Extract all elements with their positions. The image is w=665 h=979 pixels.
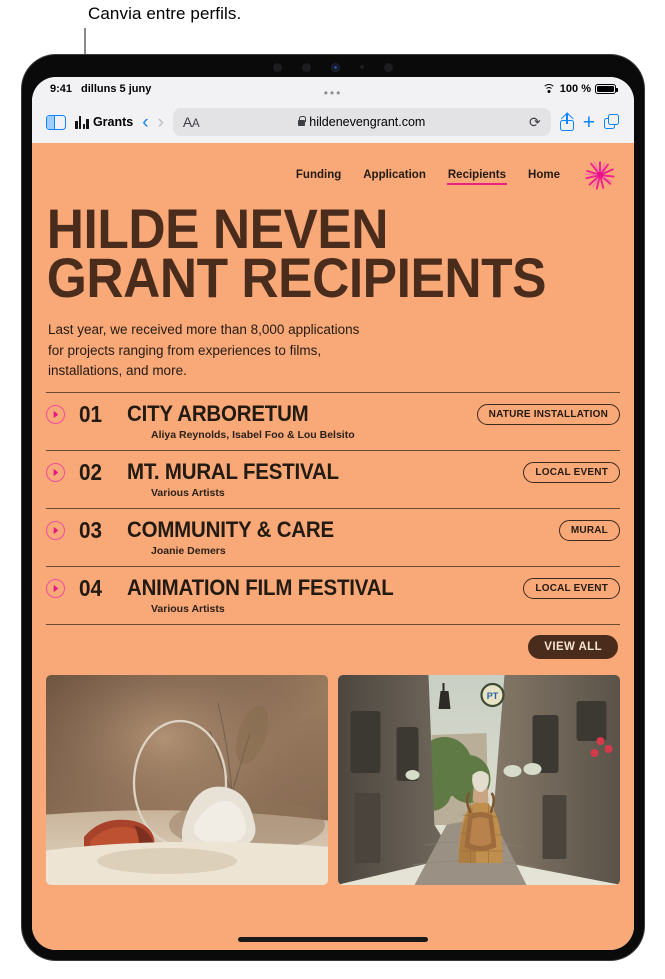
page-settings-button[interactable]: AA <box>183 114 200 130</box>
recipient-title: MT. MURAL FESTIVAL <box>127 458 339 484</box>
view-all-container: VIEW ALL <box>32 625 634 659</box>
front-camera-icon <box>331 62 340 72</box>
battery-icon <box>595 84 618 94</box>
arrow-right-icon[interactable] <box>46 578 65 598</box>
new-tab-button[interactable]: + <box>583 112 595 133</box>
recipient-category-badge: MURAL <box>558 519 620 541</box>
bar-chart-icon <box>75 115 89 129</box>
sidebar-toggle-button[interactable] <box>46 114 66 130</box>
starburst-flower-logo-icon[interactable] <box>584 159 616 191</box>
recipient-artists: Joanie Demers <box>151 544 226 557</box>
callout-annotation-text: Canvia entre perfils. <box>88 4 242 23</box>
recipient-category-badge: LOCAL EVENT <box>523 461 620 483</box>
forward-button[interactable]: › <box>158 113 164 132</box>
profile-name-label: Grants <box>92 115 134 129</box>
sensor-dot <box>384 62 393 72</box>
nav-link-recipients[interactable]: Recipients <box>446 169 508 185</box>
share-button[interactable] <box>559 113 574 131</box>
nav-link-application[interactable]: Application <box>363 169 426 181</box>
photo-village-alley[interactable]: PT <box>338 674 620 885</box>
back-button[interactable]: ‹ <box>142 113 148 132</box>
photo-sculpture-installation[interactable] <box>46 674 328 885</box>
recipient-category-badge: LOCAL EVENT <box>523 577 620 599</box>
nav-link-home[interactable]: Home <box>528 169 560 181</box>
tabs-overview-icon <box>604 114 620 130</box>
wifi-icon <box>542 84 556 94</box>
svg-text:PT: PT <box>487 691 499 701</box>
recipient-number: 01 <box>79 400 103 427</box>
arrow-right-icon[interactable] <box>46 462 65 482</box>
recipient-number: 02 <box>79 458 103 485</box>
lock-icon <box>298 116 307 126</box>
recipients-list: 01 CITY ARBORETUM Aliya Reynolds, Isabel… <box>32 382 634 625</box>
recipient-category-badge: NATURE INSTALLATION <box>476 403 620 425</box>
page-title: HILDE NEVEN GRANT RECIPIENTS <box>32 195 586 306</box>
tabs-overview-button[interactable] <box>604 114 620 130</box>
view-all-button[interactable]: VIEW ALL <box>528 634 618 659</box>
status-bar-date: dilluns 5 juny <box>81 83 152 95</box>
recipient-number: 03 <box>79 516 103 543</box>
share-icon <box>559 113 574 131</box>
recipient-artists: Various Artists <box>151 602 225 615</box>
webpage-content: Funding Application Recipients Home HILD… <box>32 143 634 950</box>
url-text: hildenevengrant.com <box>309 115 426 129</box>
recipient-row[interactable]: 04 ANIMATION FILM FESTIVAL Various Artis… <box>46 565 620 624</box>
sensor-dot <box>273 62 282 72</box>
safari-toolbar: ••• Grants ‹ › AA hildenevengrant.com ⟳ <box>32 86 634 143</box>
sidebar-icon <box>46 114 66 130</box>
reload-icon[interactable]: ⟳ <box>529 114 541 131</box>
battery-percent-label: 100 % <box>559 83 591 95</box>
status-bar-time: 9:41 <box>50 83 73 95</box>
home-indicator[interactable] <box>238 937 428 942</box>
overflow-menu-dots[interactable]: ••• <box>324 86 343 100</box>
recipient-title: ANIMATION FILM FESTIVAL <box>127 574 394 600</box>
site-navigation: Funding Application Recipients Home <box>32 143 634 195</box>
recipient-number: 04 <box>79 574 103 601</box>
address-bar[interactable]: AA hildenevengrant.com ⟳ <box>172 108 551 136</box>
ipad-device-frame: 9:41 dilluns 5 juny 100 % ••• Grants ‹ › <box>22 55 644 960</box>
front-sensor-array <box>22 59 644 75</box>
intro-paragraph: Last year, we received more than 8,000 a… <box>48 322 360 379</box>
recipient-row[interactable]: 01 CITY ARBORETUM Aliya Reynolds, Isabel… <box>46 391 620 450</box>
sensor-dot <box>302 62 311 72</box>
arrow-right-icon[interactable] <box>46 404 65 424</box>
photo-gallery: PT <box>32 659 634 885</box>
recipient-artists: Aliya Reynolds, Isabel Foo & Lou Belsito <box>151 428 355 441</box>
ipad-screen: 9:41 dilluns 5 juny 100 % ••• Grants ‹ › <box>32 77 634 950</box>
nav-link-funding[interactable]: Funding <box>296 169 341 181</box>
recipient-artists: Various Artists <box>151 486 225 499</box>
recipient-title: CITY ARBORETUM <box>127 400 309 426</box>
hero-line-2: GRANT RECIPIENTS <box>46 245 547 309</box>
arrow-right-icon[interactable] <box>46 520 65 540</box>
recipient-row[interactable]: 02 MT. MURAL FESTIVAL Various Artists LO… <box>46 449 620 508</box>
recipient-title: COMMUNITY & CARE <box>127 516 334 542</box>
profile-switcher-button[interactable]: Grants <box>75 115 133 129</box>
recipient-row[interactable]: 03 COMMUNITY & CARE Joanie Demers MURAL <box>46 507 620 566</box>
sensor-dot <box>360 65 364 69</box>
